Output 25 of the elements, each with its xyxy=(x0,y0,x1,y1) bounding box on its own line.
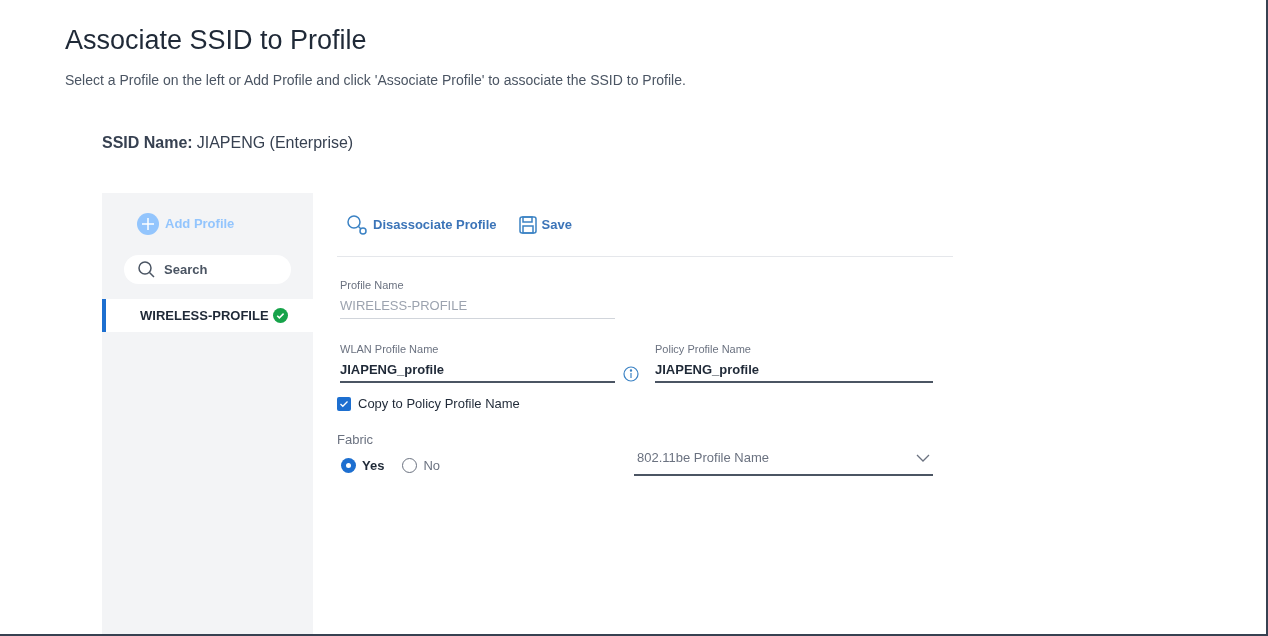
profile-name: WIRELESS-PROFILE xyxy=(140,306,269,325)
field-label: Policy Profile Name xyxy=(655,342,752,357)
disassociate-button[interactable]: Disassociate Profile xyxy=(346,214,497,236)
field-label: Profile Name xyxy=(340,278,405,293)
page-title: Associate SSID to Profile xyxy=(65,24,368,57)
save-icon xyxy=(518,216,537,234)
radio-option[interactable]: Yes xyxy=(341,456,385,476)
text-field[interactable]: JIAPENG_profile xyxy=(655,357,933,383)
radio-option[interactable]: No xyxy=(402,456,441,476)
search-field[interactable]: Search xyxy=(124,255,291,284)
ssid-value: JIAPENG (Enterprise) xyxy=(196,133,354,153)
plus-icon xyxy=(137,213,159,235)
search-icon xyxy=(138,261,155,278)
text-field[interactable]: JIAPENG_profile xyxy=(340,357,615,383)
copy-checkbox[interactable]: Copy to Policy Profile Name xyxy=(337,394,953,414)
info-icon[interactable] xyxy=(623,366,639,382)
profile-select[interactable]: 802.11be Profile Name xyxy=(634,441,933,476)
fabric-label: Fabric xyxy=(337,430,375,449)
page-description: Select a Profile on the left or Add Profile and click 'Associate Profile' to associate the SSID to Profile. xyxy=(65,71,687,90)
ssid-label: SSID Name: xyxy=(102,133,193,153)
save-button[interactable]: Save xyxy=(518,215,572,235)
profile-list-item[interactable]: WIRELESS-PROFILE xyxy=(102,299,313,332)
unlink-icon xyxy=(346,214,368,236)
chevron-down-icon xyxy=(916,453,930,462)
field-label: WLAN Profile Name xyxy=(340,342,440,357)
